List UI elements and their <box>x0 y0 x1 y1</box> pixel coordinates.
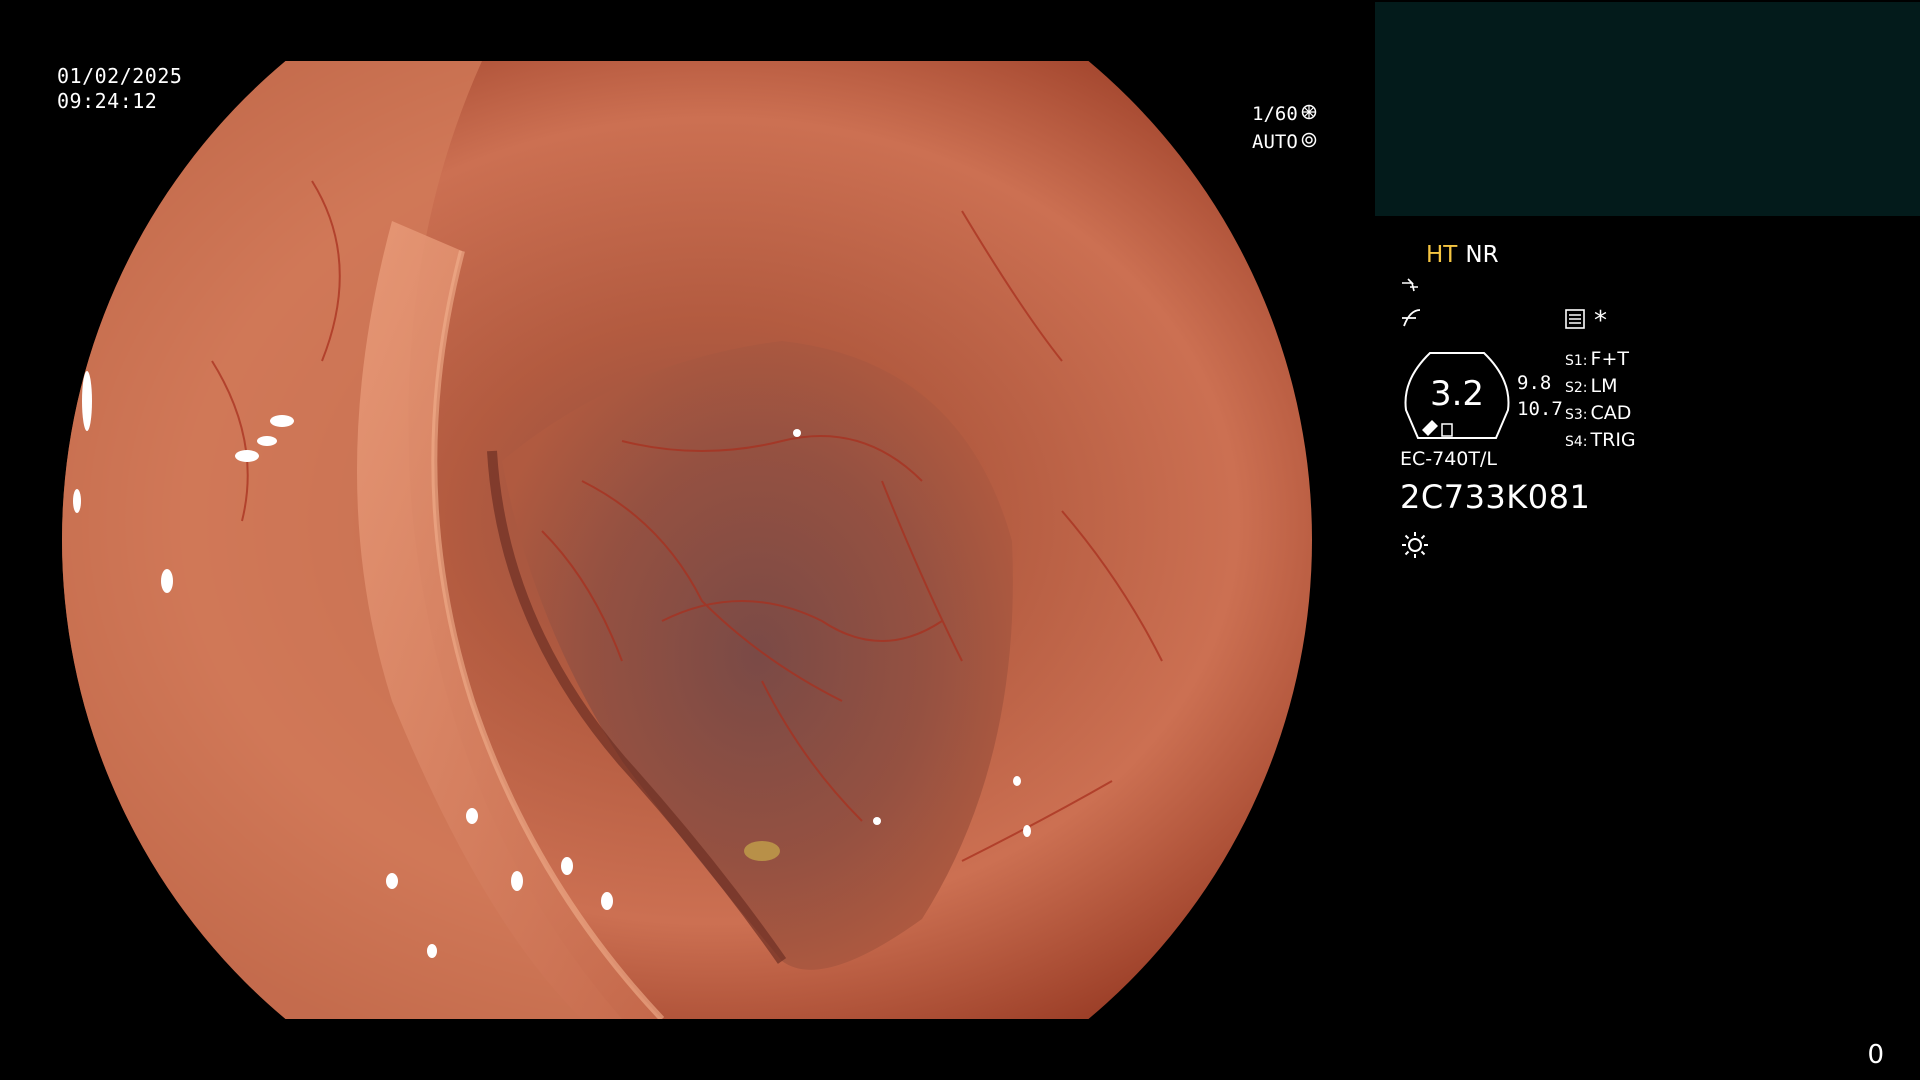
asterisk-label: * <box>1594 306 1607 336</box>
shutter-label: 1/60 <box>1252 103 1298 125</box>
light-icon <box>1400 530 1430 564</box>
zoom-value: 3.2 <box>1429 374 1485 414</box>
aperture-icon <box>1301 100 1317 128</box>
switch-value: TRIG <box>1590 429 1636 451</box>
ht-label: HT <box>1426 242 1458 268</box>
switch-value: LM <box>1590 375 1618 397</box>
switch-value: CAD <box>1590 402 1632 424</box>
exposure-overlay: 1/60 AUTO <box>1252 100 1317 156</box>
zoom-secondary-2: 10.7 <box>1517 398 1563 420</box>
scope-model: EC-740T/L <box>1400 448 1497 470</box>
ht-nr-indicator: HT NR <box>1426 242 1499 268</box>
scope-serial: 2C733K081 <box>1400 478 1591 516</box>
switch-assignments: S1: F+T S2: LM S3: CAD S4: TRIG <box>1565 347 1636 455</box>
switch-row: S1: F+T <box>1565 347 1636 374</box>
endoscope-image <box>62 61 1312 1019</box>
info-panel: HT NR * 3.2 9.8 10.7 S1:F+T S2:LM S3: <box>1400 240 1840 560</box>
exposure-mode-label: AUTO <box>1252 131 1298 153</box>
switch-row: S2: LM <box>1565 374 1636 401</box>
nr-label: NR <box>1465 242 1499 268</box>
menu-icon <box>1564 308 1586 336</box>
zoom-secondary-1: 9.8 <box>1517 372 1552 394</box>
endoscopy-screen: 01/02/2025 09:24:12 1/60 AUTO HT NR * 3.… <box>0 0 1920 1080</box>
date-label: 01/02/2025 <box>57 64 183 88</box>
time-label: 09:24:12 <box>57 89 158 113</box>
zoom-indicator: 3.2 <box>1400 350 1514 442</box>
image-counter: 0 <box>1867 1040 1884 1070</box>
switch-key: S1: <box>1565 353 1588 369</box>
switch-key: S2: <box>1565 380 1588 396</box>
colon-mucosa-image <box>62 61 1312 1019</box>
switch-row: S3: CAD <box>1565 401 1636 428</box>
switch-row: S4: TRIG <box>1565 428 1636 455</box>
iris-icon <box>1301 128 1317 156</box>
thumbnail-panel <box>1375 2 1920 216</box>
switch-key: S3: <box>1565 407 1588 423</box>
zoom-secondary: 9.8 10.7 <box>1517 370 1563 422</box>
switch-key: S4: <box>1565 434 1588 450</box>
datetime-overlay: 01/02/2025 09:24:12 <box>57 64 182 114</box>
edge-enhance-icon <box>1400 275 1424 301</box>
gamma-icon <box>1400 306 1424 334</box>
switch-value: F+T <box>1590 348 1629 370</box>
